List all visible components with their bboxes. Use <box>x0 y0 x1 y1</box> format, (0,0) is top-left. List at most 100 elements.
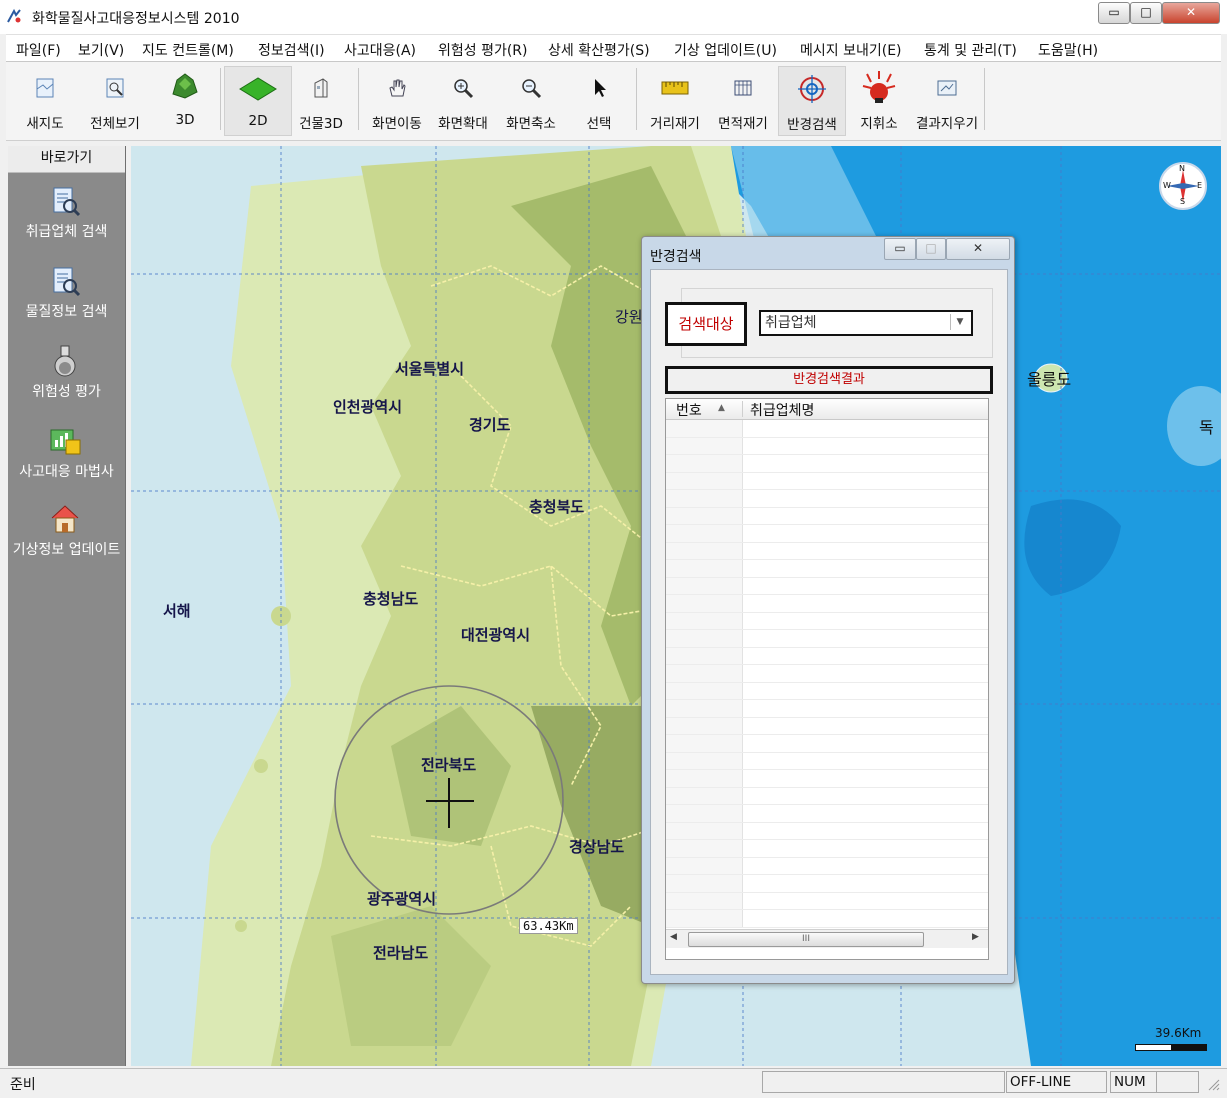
map-label-ulleungdo: 울릉도 <box>1027 370 1072 389</box>
table-row[interactable] <box>666 541 988 543</box>
facility-search-label: 취급업체 검색 <box>25 224 108 240</box>
column-number[interactable]: 번호 <box>676 400 702 420</box>
table-row[interactable] <box>666 839 988 840</box>
status-bar: 준비 OFF-LINE NUM <box>0 1068 1227 1098</box>
3d-terrain-icon <box>172 73 198 99</box>
minimize-button[interactable]: ▭ <box>1098 2 1130 24</box>
scale-text: 39.6Km <box>1155 1026 1202 1040</box>
new-map-button[interactable]: 새지도 <box>12 66 78 134</box>
table-row[interactable] <box>666 436 988 438</box>
measure-distance-button[interactable]: 거리재기 <box>642 66 708 134</box>
dialog-close-button[interactable]: ✕ <box>946 238 1010 260</box>
material-search-shortcut[interactable]: 물질정보 검색 <box>8 264 125 336</box>
select-button[interactable]: 선택 <box>566 66 632 134</box>
clear-result-label: 결과지우기 <box>915 116 979 132</box>
menu-dispersion[interactable]: 상세 확산평가(S) <box>548 40 650 60</box>
table-row[interactable] <box>666 629 988 630</box>
response-wizard-label: 사고대응 마법사 <box>19 464 114 480</box>
map-label-chungbuk: 충청북도 <box>529 498 585 516</box>
result-header: 반경검색결과 <box>665 366 993 394</box>
full-view-button[interactable]: 전체보기 <box>82 66 148 134</box>
resize-grip-icon[interactable] <box>1206 1077 1220 1091</box>
table-row[interactable] <box>666 454 988 455</box>
table-row[interactable] <box>666 909 988 910</box>
table-row[interactable] <box>666 699 988 700</box>
maximize-button[interactable]: □ <box>1130 2 1162 24</box>
compass-west: W <box>1163 181 1171 190</box>
scale-bar <box>1135 1044 1207 1051</box>
scroll-left-icon[interactable]: ◀ <box>670 932 677 942</box>
table-row[interactable] <box>666 506 988 508</box>
zoom-out-button[interactable]: 화면축소 <box>498 66 564 134</box>
menu-weather-update[interactable]: 기상 업데이트(U) <box>674 40 777 60</box>
number-column <box>666 420 743 928</box>
table-row[interactable] <box>666 594 988 595</box>
search-target-select[interactable]: 취급업체 ▼ <box>759 310 973 336</box>
table-row[interactable] <box>666 874 988 875</box>
horizontal-scrollbar[interactable]: ◀ III ▶ <box>666 929 988 948</box>
scrollbar-thumb[interactable]: III <box>688 932 924 947</box>
radius-distance-label: 63.43Km <box>519 918 578 934</box>
table-row[interactable] <box>666 681 988 683</box>
table-row[interactable] <box>666 716 988 718</box>
3d-button[interactable]: 3D <box>152 66 218 134</box>
close-button[interactable]: ✕ <box>1162 2 1220 24</box>
dialog-maximize-button[interactable]: □ <box>916 238 946 260</box>
weather-update-shortcut[interactable]: 기상정보 업데이트 <box>8 502 125 574</box>
measure-area-button[interactable]: 면적재기 <box>710 66 776 134</box>
menu-accident-response[interactable]: 사고대응(A) <box>344 40 416 60</box>
risk-assessment-shortcut[interactable]: 위험성 평가 <box>8 344 125 416</box>
facility-search-shortcut[interactable]: 취급업체 검색 <box>8 184 125 256</box>
menu-file[interactable]: 파일(F) <box>16 40 61 60</box>
table-row[interactable] <box>666 856 988 858</box>
menu-map-control[interactable]: 지도 컨트롤(M) <box>142 40 234 60</box>
table-row[interactable] <box>666 769 988 770</box>
map-label-dokdo: 독 <box>1199 418 1214 437</box>
column-facility-name[interactable]: 취급업체명 <box>750 400 814 420</box>
menu-risk-assessment[interactable]: 위험성 평가(R) <box>438 40 528 60</box>
table-row[interactable] <box>666 576 988 578</box>
table-row[interactable] <box>666 559 988 560</box>
chevron-down-icon[interactable]: ▼ <box>950 314 969 330</box>
table-row[interactable] <box>666 891 988 893</box>
table-row[interactable] <box>666 611 988 613</box>
table-row[interactable] <box>666 664 988 665</box>
window-title: 화학물질사고대응정보시스템 2010 <box>32 11 240 27</box>
clear-result-button[interactable]: 결과지우기 <box>914 66 980 134</box>
table-row[interactable] <box>666 786 988 788</box>
scroll-right-icon[interactable]: ▶ <box>972 932 979 942</box>
table-row[interactable] <box>666 646 988 648</box>
status-pane <box>762 1071 1005 1093</box>
ruler-icon <box>661 81 689 95</box>
table-row[interactable] <box>666 821 988 823</box>
menu-send-message[interactable]: 메시지 보내기(E) <box>800 40 902 60</box>
table-row[interactable] <box>666 524 988 525</box>
menu-view[interactable]: 보기(V) <box>78 40 124 60</box>
table-row[interactable] <box>666 471 988 473</box>
menu-info-search[interactable]: 정보검색(I) <box>258 40 325 60</box>
building-3d-button[interactable]: 건물3D <box>288 66 354 134</box>
command-post-button[interactable]: 지휘소 <box>846 66 912 134</box>
material-search-label: 물질정보 검색 <box>25 304 108 320</box>
map-label-seoul: 서울특별시 <box>395 360 465 378</box>
zoom-in-button[interactable]: 화면확대 <box>430 66 496 134</box>
menu-stats[interactable]: 통계 및 관리(T) <box>924 40 1017 60</box>
result-table[interactable]: 번호 ▲ 취급업체명 ◀ III ▶ <box>665 398 989 960</box>
table-row[interactable] <box>666 926 988 928</box>
dialog-title: 반경검색 <box>650 249 702 265</box>
table-header: 번호 ▲ 취급업체명 <box>666 399 988 420</box>
radius-target-icon <box>798 75 826 103</box>
compass[interactable]: N S E W <box>1159 162 1207 210</box>
sort-ascending-icon: ▲ <box>718 403 725 413</box>
status-pane-extra <box>1156 1071 1199 1093</box>
menu-help[interactable]: 도움말(H) <box>1038 40 1098 60</box>
table-row[interactable] <box>666 734 988 735</box>
table-row[interactable] <box>666 804 988 805</box>
table-row[interactable] <box>666 751 988 753</box>
compass-north: N <box>1179 164 1185 173</box>
map-label-gangwon: 강원 <box>615 308 643 326</box>
pan-hand-icon <box>389 79 406 97</box>
response-wizard-shortcut[interactable]: 사고대응 마법사 <box>8 424 125 496</box>
table-row[interactable] <box>666 489 988 490</box>
dialog-minimize-button[interactable]: ▭ <box>884 238 916 260</box>
